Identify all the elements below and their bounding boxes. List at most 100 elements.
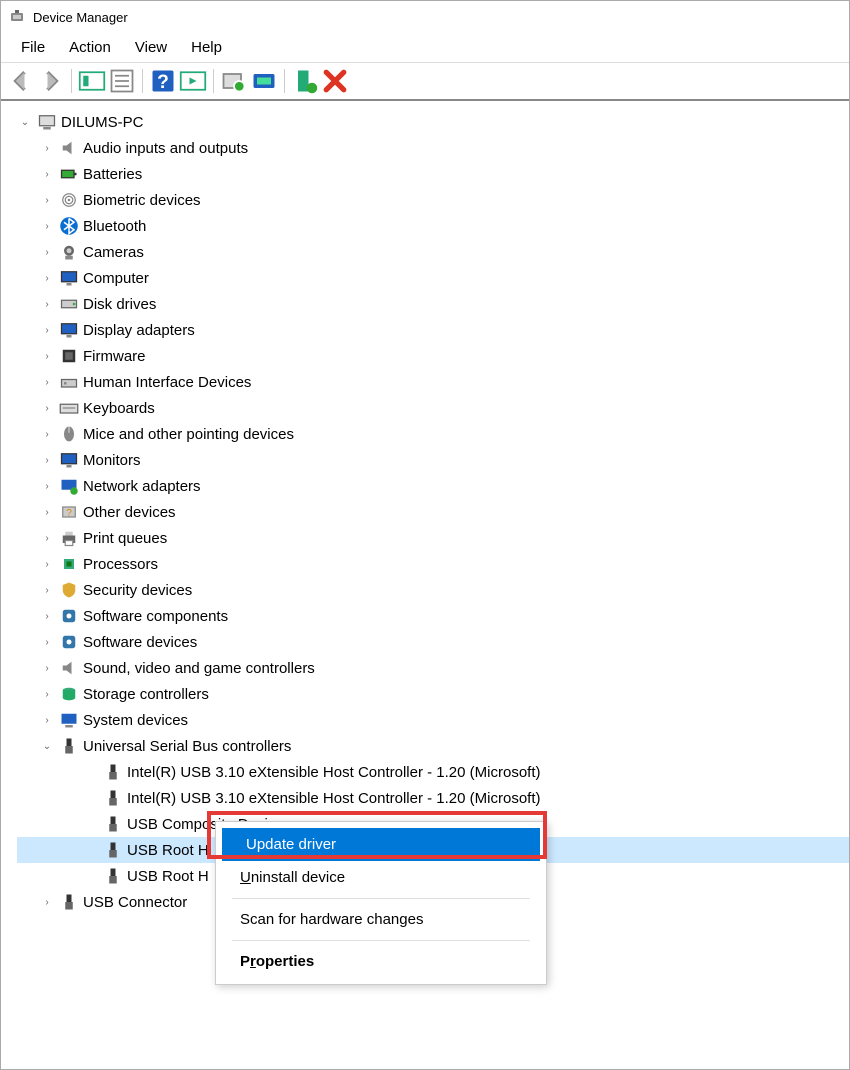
forward-button[interactable] [37,67,65,95]
expand-icon[interactable]: › [39,504,55,520]
device-tree[interactable]: ⌄ DILUMS-PC › Audio inputs and outputs› … [1,101,849,1069]
app-icon [9,9,25,25]
tree-category[interactable]: › Human Interface Devices [17,369,849,395]
tree-category[interactable]: › Bluetooth [17,213,849,239]
device-label: USB Root H [127,842,209,859]
expand-icon[interactable]: › [39,660,55,676]
menu-separator [232,898,530,899]
tree-category[interactable]: › Firmware [17,343,849,369]
context-menu-item[interactable]: Uninstall device [216,861,546,894]
expand-icon[interactable]: › [39,582,55,598]
expand-icon[interactable]: › [39,244,55,260]
expand-icon[interactable]: › [39,296,55,312]
toolbar-separator [213,69,214,93]
menu-action[interactable]: Action [57,35,123,60]
tree-category[interactable]: › Disk drives [17,291,849,317]
chip-icon [59,346,79,366]
expand-icon[interactable]: › [39,400,55,416]
expand-icon[interactable]: › [39,218,55,234]
tree-category[interactable]: › Batteries [17,161,849,187]
drive-icon [59,294,79,314]
usb-icon [103,866,123,886]
expand-icon[interactable]: › [39,270,55,286]
menubar: File Action View Help [1,33,849,63]
category-label: Display adapters [83,322,195,339]
printer-icon [59,528,79,548]
expand-icon[interactable]: › [39,322,55,338]
tree-category[interactable]: › Software devices [17,629,849,655]
expand-icon[interactable]: ⌄ [39,738,55,754]
tree-category[interactable]: › Cameras [17,239,849,265]
expand-icon[interactable]: › [39,686,55,702]
tree-category[interactable]: › Audio inputs and outputs [17,135,849,161]
tree-category[interactable]: › Display adapters [17,317,849,343]
device-label: Intel(R) USB 3.10 eXtensible Host Contro… [127,790,541,807]
keyboard-icon [59,398,79,418]
scan-button[interactable] [220,67,248,95]
category-label: Biometric devices [83,192,201,209]
mouse-icon [59,424,79,444]
context-menu-item[interactable]: Scan for hardware changes [216,903,546,936]
toolbar-separator [284,69,285,93]
expand-icon[interactable]: › [39,452,55,468]
tree-category[interactable]: › Storage controllers [17,681,849,707]
tree-category[interactable]: › Keyboards [17,395,849,421]
expand-icon[interactable]: › [39,478,55,494]
tree-category[interactable]: › Software components [17,603,849,629]
menu-help[interactable]: Help [179,35,234,60]
update-button[interactable] [250,67,278,95]
back-button[interactable] [7,67,35,95]
expand-icon[interactable]: › [39,556,55,572]
context-menu: Update driverUninstall device Scan for ha… [215,821,547,985]
expand-icon[interactable]: › [39,192,55,208]
expand-icon[interactable]: › [39,712,55,728]
expand-icon[interactable]: › [39,426,55,442]
expand-icon[interactable]: ⌄ [17,114,33,130]
tree-category[interactable]: › Computer [17,265,849,291]
tree-device[interactable]: Intel(R) USB 3.10 eXtensible Host Contro… [17,785,849,811]
remove-button[interactable] [321,67,349,95]
tree-category[interactable]: ⌄ Universal Serial Bus controllers [17,733,849,759]
tree-category[interactable]: › Network adapters [17,473,849,499]
menu-file[interactable]: File [9,35,57,60]
tree-category[interactable]: › Monitors [17,447,849,473]
expand-icon[interactable]: › [39,374,55,390]
tree-category[interactable]: › Biometric devices [17,187,849,213]
add-device-button[interactable] [291,67,319,95]
expand-icon[interactable]: › [39,140,55,156]
tree-category[interactable]: › Processors [17,551,849,577]
context-menu-item[interactable]: Update driver [222,828,540,861]
tree-category[interactable]: › Sound, video and game controllers [17,655,849,681]
tree-category[interactable]: › Security devices [17,577,849,603]
expand-icon[interactable]: › [39,894,55,910]
tree-category[interactable]: › ? Other devices [17,499,849,525]
tree-root[interactable]: ⌄ DILUMS-PC [17,109,849,135]
network-icon [59,476,79,496]
category-label: Monitors [83,452,141,469]
svg-text:?: ? [66,508,72,519]
category-label: Firmware [83,348,146,365]
usb-icon [103,788,123,808]
category-label: Sound, video and game controllers [83,660,315,677]
device-label: USB Root H [127,868,209,885]
tree-category[interactable]: › Print queues [17,525,849,551]
expand-icon[interactable]: › [39,166,55,182]
expand-icon[interactable]: › [39,634,55,650]
expand-icon[interactable]: › [39,608,55,624]
tree-category[interactable]: › System devices [17,707,849,733]
window-title: Device Manager [33,10,128,25]
expand-icon[interactable]: › [39,530,55,546]
tree-device[interactable]: Intel(R) USB 3.10 eXtensible Host Contro… [17,759,849,785]
show-hidden-button[interactable] [78,67,106,95]
menu-view[interactable]: View [123,35,179,60]
context-menu-item[interactable]: Properties [216,945,546,978]
fingerprint-icon [59,190,79,210]
action-button[interactable] [179,67,207,95]
help-button[interactable]: ? [149,67,177,95]
tree-category[interactable]: › Mice and other pointing devices [17,421,849,447]
expand-icon[interactable]: › [39,348,55,364]
properties-button[interactable] [108,67,136,95]
category-label: Keyboards [83,400,155,417]
battery-icon [59,164,79,184]
computer-icon [37,112,57,132]
